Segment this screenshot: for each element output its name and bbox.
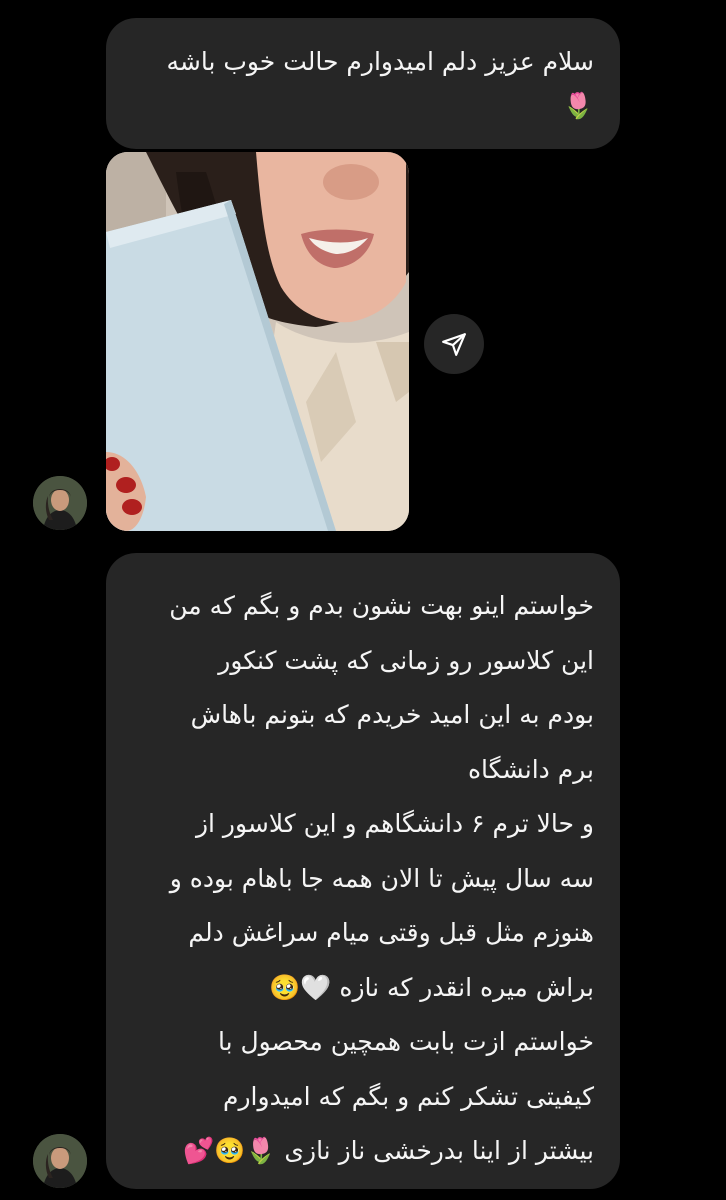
sender-avatar[interactable]	[33, 1134, 87, 1188]
photo-illustration	[106, 152, 409, 531]
message-line: خواستم ازت بابت همچین محصول با	[217, 1027, 594, 1056]
share-arrow-icon	[442, 333, 466, 356]
message-line: هنوزم مثل قبل وقتی میام سراغش دلم	[188, 918, 594, 947]
sender-avatar[interactable]	[33, 476, 87, 530]
message-line: خواستم اینو بهت نشون بدم و بگم که من	[169, 591, 594, 620]
message-line: و حالا ترم ۶ دانشگاهم و این کلاسور از	[195, 809, 594, 838]
message-line: سلام عزیز دلم امیدوارم حالت خوب باشه	[166, 47, 594, 76]
avatar-image	[33, 476, 87, 530]
message-bubble-greeting[interactable]: سلام عزیز دلم امیدوارم حالت خوب باشه 🌷	[106, 18, 620, 149]
share-button[interactable]	[424, 314, 484, 374]
shared-photo[interactable]	[106, 152, 409, 531]
message-line: سه سال پیش تا الان همه جا باهام بوده و	[169, 863, 594, 893]
message-line-emoji: 🌷	[562, 91, 594, 120]
avatar-image	[33, 1134, 87, 1188]
message-line: بیشتر از اینا بدرخشی ناز نازی 🌷🥹💕	[183, 1136, 594, 1165]
message-line: بودم به این امید خریدم که بتونم باهاش	[190, 700, 594, 729]
message-bubble-story[interactable]: خواستم اینو بهت نشون بدم و بگم که من این…	[106, 553, 620, 1189]
message-line: این کلاسور رو زمانی که پشت کنکور	[218, 645, 594, 675]
message-line: براش میره انقدر که نازه 🤍🥹	[269, 972, 594, 1002]
message-line: برم دانشگاه	[467, 754, 594, 784]
message-line: کیفیتی تشکر کنم و بگم که امیدوارم	[223, 1081, 594, 1111]
